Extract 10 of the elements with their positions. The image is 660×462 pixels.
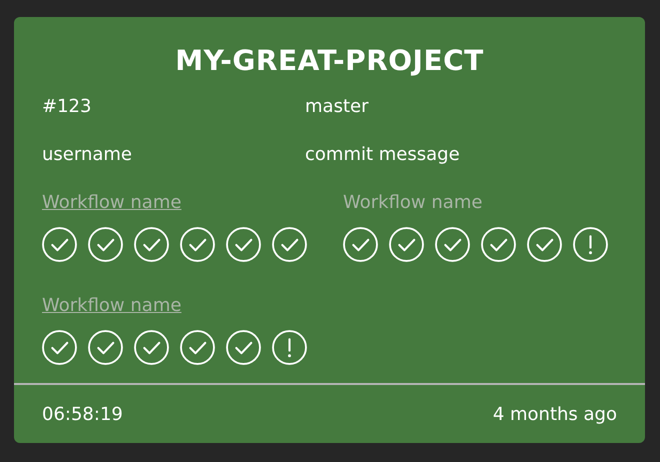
workflow-link[interactable]: Workflow name bbox=[42, 294, 182, 318]
info-text: #123 bbox=[42, 95, 92, 119]
workflow-link[interactable]: Workflow name bbox=[343, 191, 482, 215]
project-title: MY-GREAT-PROJECT bbox=[175, 44, 484, 77]
info-text: username bbox=[42, 143, 132, 167]
duration-text: 06:58:19 bbox=[42, 404, 123, 424]
info-text: commit message bbox=[305, 143, 460, 167]
age-text: 4 months ago bbox=[492, 404, 617, 424]
workflow-link[interactable]: Workflow name bbox=[42, 191, 182, 215]
info-text: master bbox=[305, 95, 368, 119]
